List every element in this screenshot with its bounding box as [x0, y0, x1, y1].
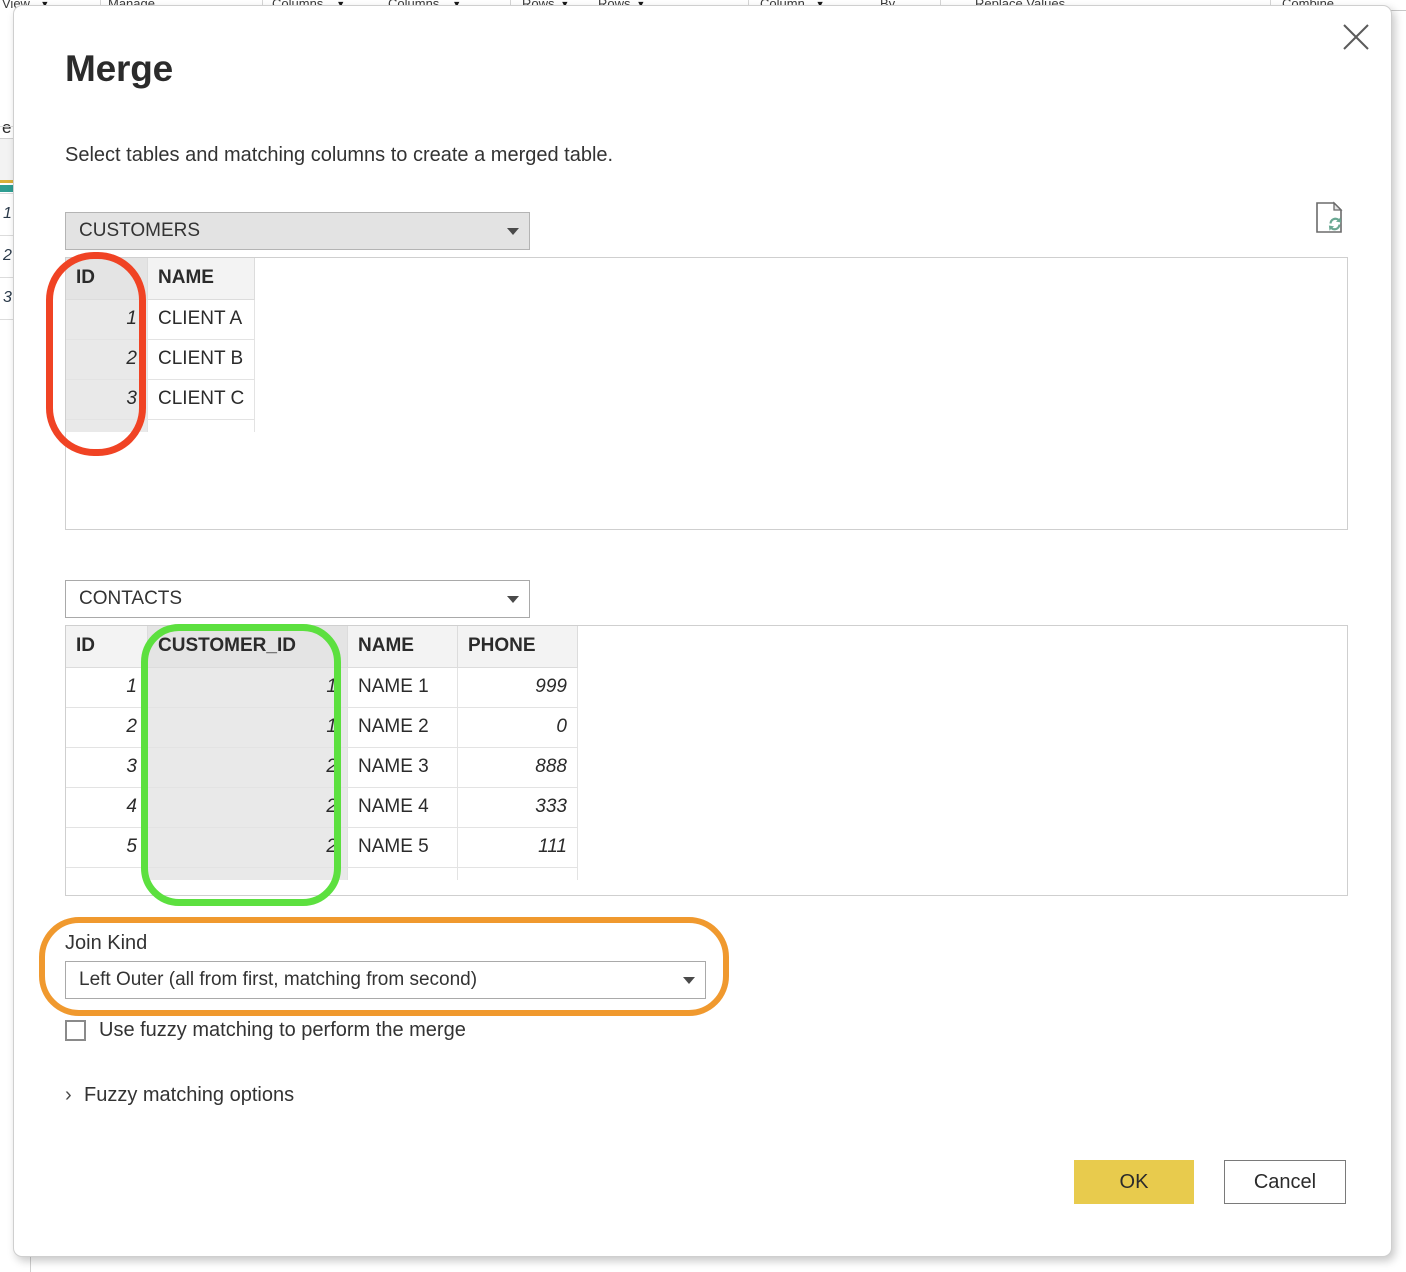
table-header-row: ID NAME [66, 258, 256, 300]
chevron-down-icon [673, 976, 705, 984]
background-row-number: 2 [3, 247, 12, 264]
ok-button-label: OK [1119, 1170, 1149, 1193]
cell-phone[interactable]: 0 [457, 707, 578, 748]
table-row[interactable]: 3 CLIENT C [66, 379, 256, 420]
column-header-phone[interactable]: PHONE [457, 626, 578, 668]
table-row[interactable]: 2 1 NAME 20 [66, 707, 578, 748]
cancel-button[interactable]: Cancel [1224, 1160, 1346, 1204]
cell-phone[interactable]: 999 [457, 667, 578, 708]
column-header-id[interactable]: ID [66, 626, 148, 668]
table-row[interactable]: 1 1 NAME 1 999 [66, 667, 578, 708]
second-table-selector-value: CONTACTS [79, 588, 183, 609]
refresh-preview-icon[interactable] [1314, 201, 1346, 235]
cell-customer_id[interactable]: 2 [147, 827, 348, 868]
table-row[interactable]: 3 2 NAME 3 888 [66, 747, 578, 788]
cell-id[interactable]: 3 [66, 747, 148, 788]
cell-name[interactable]: NAME 3 [347, 747, 458, 788]
cell-filler [66, 867, 148, 880]
column-header-name[interactable]: NAME [146, 258, 256, 300]
second-table-grid[interactable]: ID CUSTOMER_ID NAME PHONE 1 1 NAME 1 999 2 1 NAME … [66, 626, 578, 880]
background-row-number: 3 [3, 289, 12, 306]
close-icon[interactable] [1333, 16, 1379, 58]
cell-filler [457, 867, 578, 880]
column-header-id[interactable]: ID [66, 258, 148, 300]
join-kind-label: Join Kind [65, 932, 148, 954]
cell-customer_id[interactable]: 1 [147, 667, 348, 708]
fuzzy-matching-options-expander[interactable]: › Fuzzy matching options [65, 1084, 294, 1107]
cell-customer_id[interactable]: 1 [147, 707, 348, 748]
first-table-grid[interactable]: ID NAME 1 CLIENT A 2 CLIENT B 3 CLIENT C [66, 258, 256, 432]
cell-customer_id[interactable]: 2 [147, 787, 348, 828]
dialog-subtitle: Select tables and matching columns to cr… [65, 144, 614, 166]
cell-name[interactable]: CLIENT C [146, 379, 256, 420]
fuzzy-matching-checkbox-label: Use fuzzy matching to perform the merge [99, 1019, 466, 1041]
cell-id[interactable]: 5 [66, 827, 148, 868]
table-filler-row [66, 419, 256, 432]
join-kind-selector[interactable]: Left Outer (all from first, matching fro… [65, 961, 706, 999]
first-table-preview[interactable]: ID NAME 1 CLIENT A 2 CLIENT B 3 CLIENT C [65, 257, 1348, 530]
cancel-button-label: Cancel [1253, 1170, 1317, 1193]
table-header-row: ID CUSTOMER_ID NAME PHONE [66, 626, 578, 668]
first-table-selector[interactable]: CUSTOMERS [65, 212, 530, 250]
cell-customer_id[interactable]: 2 [147, 747, 348, 788]
cell-id[interactable]: 1 [66, 299, 148, 340]
background-row-number: 1 [3, 205, 12, 222]
cell-name[interactable]: NAME 5 [347, 827, 458, 868]
table-row[interactable]: 4 2 NAME 4 333 [66, 787, 578, 828]
screen: View▼ManageColumns▼Columns▼Rows▼Rows▼Col… [0, 0, 1406, 1272]
cell-name[interactable]: NAME 4 [347, 787, 458, 828]
join-kind-value: Left Outer (all from first, matching fro… [79, 969, 478, 990]
chevron-down-icon [497, 227, 529, 235]
fuzzy-matching-options-label: Fuzzy matching options [84, 1084, 295, 1106]
column-header-customer_id[interactable]: CUSTOMER_ID [147, 626, 348, 668]
cell-id[interactable]: 4 [66, 787, 148, 828]
chevron-right-icon: › [65, 1084, 72, 1106]
table-row[interactable]: 2 CLIENT B [66, 339, 256, 380]
cell-id[interactable]: 1 [66, 667, 148, 708]
cell-id[interactable]: 2 [66, 707, 148, 748]
cell-phone[interactable]: 111 [457, 827, 578, 868]
table-row[interactable]: 1 CLIENT A [66, 299, 256, 340]
cell-phone[interactable]: 888 [457, 747, 578, 788]
cell-name[interactable]: NAME 2 [347, 707, 458, 748]
ok-button[interactable]: OK [1074, 1160, 1194, 1204]
table-filler-row [66, 867, 578, 880]
fuzzy-matching-checkbox[interactable]: Use fuzzy matching to perform the merge [65, 1019, 466, 1042]
page-title: Merge [65, 48, 173, 89]
cell-filler [147, 867, 348, 880]
second-table-selector[interactable]: CONTACTS [65, 580, 530, 618]
background-grid-corner-label: e [2, 118, 12, 137]
merge-dialog: Merge Select tables and matching columns… [13, 5, 1392, 1257]
cell-filler [146, 419, 256, 432]
cell-name[interactable]: CLIENT B [146, 339, 256, 380]
cell-name[interactable]: CLIENT A [146, 299, 256, 340]
chevron-down-icon [497, 595, 529, 603]
table-row[interactable]: 5 2 NAME 5 111 [66, 827, 578, 868]
cell-phone[interactable]: 333 [457, 787, 578, 828]
cell-name[interactable]: NAME 1 [347, 667, 458, 708]
cell-id[interactable]: 3 [66, 379, 148, 420]
column-header-name[interactable]: NAME [347, 626, 458, 668]
cell-filler [347, 867, 458, 880]
cell-id[interactable]: 2 [66, 339, 148, 380]
first-table-selector-value: CUSTOMERS [79, 220, 201, 241]
checkbox-box[interactable] [65, 1020, 86, 1041]
cell-filler [66, 419, 148, 432]
second-table-preview[interactable]: ID CUSTOMER_ID NAME PHONE 1 1 NAME 1 999 2 1 NAME … [65, 625, 1348, 896]
